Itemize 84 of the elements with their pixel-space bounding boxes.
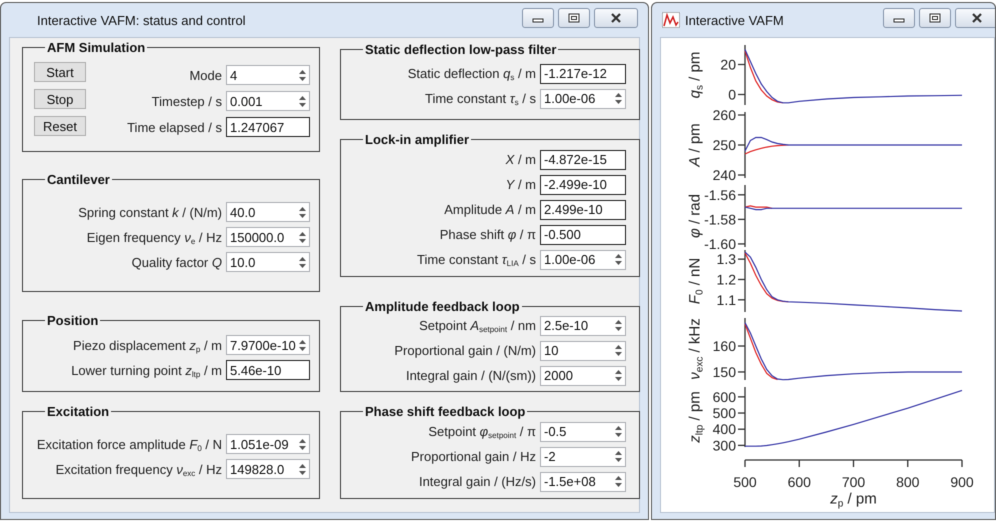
group-title: AFM Simulation — [46, 40, 146, 55]
axis-label: z$_{p}$ / pm — [830, 490, 877, 508]
spin-field[interactable]: 10 — [540, 340, 626, 360]
tick-label: 300 — [712, 437, 736, 454]
field-label: Mode — [189, 68, 222, 82]
tick-label: 240 — [712, 167, 736, 182]
spin-field[interactable]: 1.051e-09 — [226, 434, 310, 454]
tick-label: -1.58 — [704, 211, 736, 228]
tick-label: 900 — [950, 474, 974, 490]
tick-label: 250 — [712, 137, 736, 153]
value-display: -4.872e-15 — [540, 150, 626, 170]
field-label: Y / m — [506, 177, 536, 192]
action-button[interactable]: Start — [34, 62, 86, 82]
tick-label: 600 — [712, 388, 736, 405]
spin-field[interactable]: 40.0 — [226, 202, 310, 222]
window-title: Interactive VAFM: status and control — [37, 12, 247, 28]
spin-field[interactable]: 0.001 — [226, 91, 310, 111]
value-display: -1.217e-12 — [540, 64, 626, 84]
tick-label: 1.1 — [716, 292, 736, 308]
field-label: X / m — [506, 152, 536, 167]
tick-label: 1.2 — [716, 271, 736, 288]
field-label: Setpoint φ$_{setpoint}$ / π — [428, 424, 536, 439]
group-title: Lock-in amplifier — [364, 132, 470, 147]
field-label: Setpoint A$_{setpoint}$ / nm — [419, 318, 536, 333]
tick-label: 160 — [712, 338, 736, 354]
group-title: Position — [46, 313, 100, 328]
spin-field[interactable]: 150000.0 — [226, 227, 310, 247]
spin-field[interactable]: 149828.0 — [226, 459, 310, 479]
tick-label: 0 — [728, 86, 736, 102]
tick-label: -1.56 — [704, 186, 736, 203]
field-label: Proportional gain / (N/m) — [394, 343, 536, 358]
spin-field[interactable]: 1.00e-06 — [540, 88, 626, 108]
field-label: Timestep / s — [152, 94, 222, 108]
field-label: Integral gain / (N/(sm)) — [406, 368, 536, 383]
action-button[interactable]: Reset — [34, 116, 86, 136]
spin-field[interactable]: -1.5e+08 — [540, 472, 626, 492]
group-title: Excitation — [46, 404, 110, 419]
field-label: Eigen frequency ν$_{e}$ / Hz — [86, 230, 222, 244]
tick-label: 500 — [712, 405, 736, 422]
value-display: -2.499e-10 — [540, 174, 626, 194]
field-label: Amplitude A / m — [444, 202, 536, 217]
spin-field[interactable]: 2000 — [540, 366, 626, 386]
tick-label: -1.60 — [704, 236, 736, 249]
field-label: Integral gain / (Hz/s) — [418, 474, 536, 489]
field-label: Excitation force amplitude F$_{0}$ / N — [36, 436, 222, 452]
tick-label: 600 — [788, 474, 811, 490]
tick-label: 1.3 — [716, 251, 736, 268]
tick-label: 150 — [712, 364, 736, 380]
field-label: Time constant τ$_{s}$ / s — [425, 91, 536, 106]
field-label: Piezo displacement z$_{p}$ / m — [73, 338, 222, 352]
tick-label: 400 — [712, 421, 736, 438]
field-label: Phase shift φ / π — [440, 227, 536, 242]
spin-field[interactable]: 1.00e-06 — [540, 250, 626, 270]
field-label: Static deflection q$_{s}$ / m — [408, 66, 536, 81]
value-display: 2.499e-10 — [540, 200, 626, 220]
spin-field[interactable]: 10.0 — [226, 252, 310, 272]
spin-field[interactable]: 2.5e-10 — [540, 316, 626, 336]
action-button[interactable]: Stop — [34, 89, 86, 109]
value-display: -0.500 — [540, 224, 626, 244]
group-title: Cantilever — [46, 172, 111, 187]
spin-field[interactable]: -0.5 — [540, 422, 626, 442]
field-label: Time elapsed / s — [127, 120, 222, 134]
field-label: Excitation frequency ν$_{exc}$ / Hz — [56, 462, 222, 476]
value-display: 1.247067 — [226, 117, 310, 137]
value-display: 5.46e-10 — [226, 360, 310, 380]
tick-label: 700 — [842, 474, 866, 490]
axis-label: φ / rad — [686, 194, 704, 238]
tick-label: 800 — [896, 474, 920, 490]
field-label: Quality factor Q — [132, 254, 222, 270]
field-label: Time constant τ$_{LIA}$ / s — [416, 252, 536, 267]
tick-label: 20 — [720, 56, 736, 72]
axis-label: A / pm — [686, 123, 704, 167]
spin-field[interactable]: -2 — [540, 446, 626, 466]
group-title: Amplitude feedback loop — [364, 299, 521, 314]
field-label: Spring constant k / (N/m) — [78, 204, 222, 220]
group-title: Static deflection low-pass filter — [364, 42, 558, 57]
window-title: Interactive VAFM — [685, 12, 785, 28]
field-label: Proportional gain / Hz — [410, 449, 536, 464]
tick-label: 260 — [712, 108, 736, 123]
spin-field[interactable]: 7.9700e-10 — [226, 335, 310, 355]
field-label: Lower turning point z$_{ltp}$ / m — [71, 362, 222, 378]
group-title: Phase shift feedback loop — [364, 404, 526, 419]
tick-label: 500 — [733, 474, 757, 490]
spin-field[interactable]: 4 — [226, 65, 310, 85]
